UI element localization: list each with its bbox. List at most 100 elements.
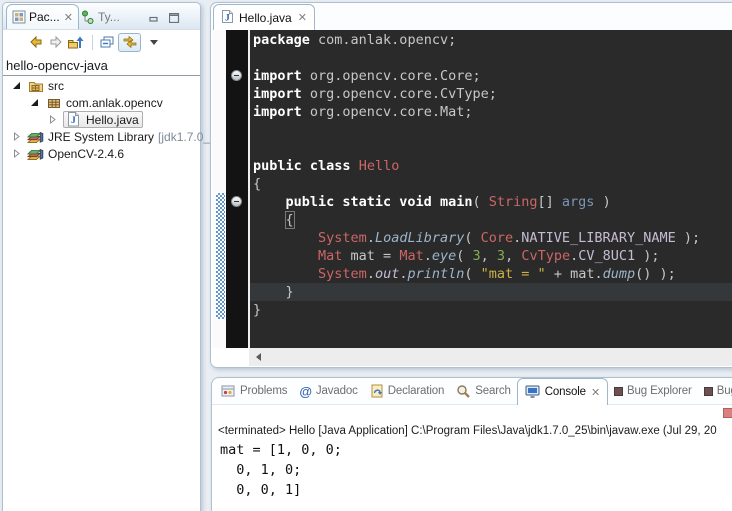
type-hierarchy-icon <box>81 10 95 24</box>
code-line: public static void main( String[] args ) <box>250 193 732 211</box>
package-icon <box>45 95 62 111</box>
code-line <box>250 49 732 67</box>
project-label[interactable]: hello-opencv-java <box>6 58 108 73</box>
code-token: Core <box>481 230 514 246</box>
range-indicator <box>216 193 225 319</box>
code-token: import <box>253 68 302 84</box>
selected-tree-item: J Hello.java <box>63 111 143 128</box>
code-token: , <box>505 248 521 264</box>
code-line: Mat mat = Mat.eye( 3, 3, CvType.CV_8UC1 … <box>250 247 732 265</box>
tree-item-com-anlak-opencv[interactable]: com.anlak.opencv <box>3 94 200 111</box>
project-underline <box>3 75 200 76</box>
bottom-tab-label: Problems <box>240 385 287 397</box>
code-line: } <box>250 283 732 301</box>
matched-bracket: { <box>286 212 294 228</box>
code-token: println <box>407 266 464 282</box>
code-editor[interactable]: package com.anlak.opencv; import org.open… <box>212 30 732 348</box>
expanded-arrow-icon[interactable] <box>10 81 27 90</box>
close-icon[interactable]: ✕ <box>298 11 307 24</box>
code-token: "mat = " <box>481 266 546 282</box>
tree-item-hello-java[interactable]: J Hello.java <box>3 111 200 128</box>
editor-tab-hello-java[interactable]: J Hello.java ✕ <box>213 4 315 30</box>
code-line <box>250 139 732 157</box>
code-token <box>351 158 359 174</box>
bottom-tab-label: Bug Explorer <box>627 385 692 397</box>
code-token: . <box>367 266 375 282</box>
code-token: ( <box>456 248 472 264</box>
back-icon[interactable] <box>27 34 44 51</box>
toolbar-separator <box>92 35 93 50</box>
code-token: Hello <box>359 158 400 174</box>
code-token: ) <box>594 194 610 210</box>
view-tab-ty[interactable]: Ty... <box>76 4 125 29</box>
bottom-tab-label: Bug <box>717 385 732 397</box>
maximize-icon[interactable] <box>169 10 180 28</box>
up-icon[interactable] <box>67 34 84 51</box>
editor-tab-label: Hello.java <box>239 11 292 25</box>
expanded-arrow-icon[interactable] <box>28 98 45 107</box>
tab-problems[interactable]: Problems <box>215 378 293 404</box>
code-token: () ); <box>635 266 676 282</box>
tree-item-label: Hello.java <box>86 113 139 127</box>
minimize-icon[interactable] <box>149 10 159 28</box>
code-token: String <box>489 194 538 210</box>
bug-icon <box>614 387 623 396</box>
code-token: public class <box>253 158 351 174</box>
view-tab-pac[interactable]: Pac...✕ <box>6 4 79 29</box>
code-line: import org.opencv.core.Core; <box>250 67 732 85</box>
code-token: args <box>562 194 595 210</box>
console-output: mat = [1, 0, 0; 0, 1, 0; 0, 0, 1] <box>220 440 342 500</box>
close-icon[interactable]: ✕ <box>591 386 600 399</box>
code-token: . <box>367 230 375 246</box>
collapsed-arrow-icon[interactable] <box>10 132 27 141</box>
code-token: . <box>424 248 432 264</box>
bottom-tabbar: Problems @Javadoc Declaration SearchConsole… <box>212 378 732 405</box>
code-token: , <box>481 248 497 264</box>
editor-panel: J Hello.java ✕ package com.anlak.opencv;… <box>210 2 732 368</box>
collapse-all-icon[interactable] <box>98 34 115 51</box>
package-explorer-panel: Pac...✕Ty... hello-opencv-java src com.an… <box>2 2 201 511</box>
java-file-icon: J <box>65 112 82 128</box>
tab-bug[interactable]: Bug <box>698 378 732 404</box>
code-token: org.opencv.core.CvType; <box>302 86 497 102</box>
code-line: { <box>250 175 732 193</box>
close-icon[interactable]: ✕ <box>64 11 73 24</box>
console-status-line: <terminated> Hello [Java Application] C:… <box>218 425 732 437</box>
tree-item-src[interactable]: src <box>3 77 200 94</box>
library-icon <box>27 129 44 145</box>
code-token: Mat <box>399 248 423 264</box>
code-token <box>253 212 286 228</box>
code-line: package com.anlak.opencv; <box>250 31 732 49</box>
link-with-editor-button[interactable] <box>118 33 141 52</box>
code-token: import <box>253 86 302 102</box>
terminate-icon[interactable] <box>723 408 732 418</box>
problems-icon <box>221 384 236 398</box>
fold-collapse-icon[interactable] <box>231 70 242 81</box>
code-token: [] <box>538 194 562 210</box>
tab-bug-explorer[interactable]: Bug Explorer <box>608 378 698 404</box>
view-menu-icon[interactable] <box>150 40 158 45</box>
tab-declaration[interactable]: Declaration <box>364 378 451 404</box>
declaration-icon <box>370 384 384 398</box>
tree-item-jre-system-library[interactable]: JRE System Library[jdk1.7.0_ <box>3 128 200 145</box>
tree-item-opencv-2-4-6[interactable]: OpenCV-2.4.6 <box>3 145 200 162</box>
horizontal-scrollbar[interactable] <box>249 348 732 366</box>
code-line: { <box>250 211 732 229</box>
scroll-left-icon[interactable] <box>256 353 261 361</box>
code-token: { <box>253 176 261 192</box>
collapsed-arrow-icon[interactable] <box>46 115 63 124</box>
collapsed-arrow-icon[interactable] <box>10 149 27 158</box>
tab-javadoc[interactable]: @Javadoc <box>293 378 363 404</box>
tab-console[interactable]: Console✕ <box>517 378 608 405</box>
tab-search[interactable]: Search <box>450 378 517 404</box>
bottom-tab-label: Declaration <box>388 385 445 397</box>
code-token: NATIVE_LIBRARY_NAME <box>521 230 675 246</box>
tree-item-label: OpenCV-2.4.6 <box>48 147 124 161</box>
forward-icon[interactable] <box>47 34 64 51</box>
tree-item-label: com.anlak.opencv <box>66 96 163 110</box>
code-line <box>250 121 732 139</box>
fold-collapse-icon[interactable] <box>231 196 242 207</box>
project-tree: src com.anlak.opencv J Hello.javaJRE System… <box>3 77 200 162</box>
bug-icon <box>704 387 713 396</box>
code-token: ( <box>464 230 480 246</box>
